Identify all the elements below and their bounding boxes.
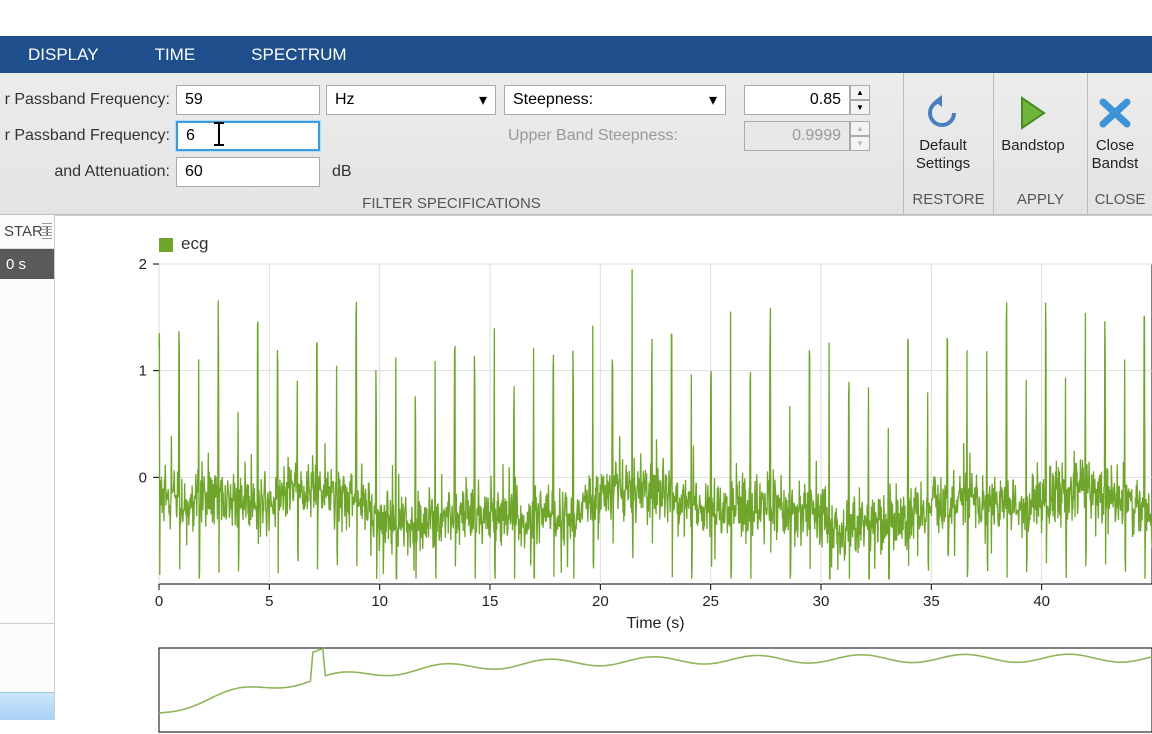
chart-legend: ecg: [159, 234, 208, 254]
svg-text:35: 35: [923, 593, 940, 610]
chevron-down-icon: ▾: [479, 90, 487, 110]
svg-text:5: 5: [265, 593, 273, 610]
upper-steepness-label: Upper Band Steepness:: [504, 127, 678, 145]
legend-swatch-icon: [159, 238, 173, 252]
restore-section-label: RESTORE: [904, 187, 993, 214]
svg-text:15: 15: [482, 593, 499, 610]
sidebar-empty: [0, 279, 54, 624]
close-icon: [1097, 93, 1133, 133]
text-caret-icon: [218, 122, 220, 146]
svg-text:40: 40: [1033, 593, 1050, 610]
sidebar-start-row[interactable]: START: [0, 215, 54, 249]
steepness-down-button[interactable]: ▼: [850, 100, 870, 115]
tab-spectrum[interactable]: SPECTRUM: [223, 36, 374, 73]
restore-label1: Default: [919, 137, 967, 154]
legend-text: ecg: [181, 234, 208, 253]
tab-time[interactable]: TIME: [127, 36, 224, 73]
svg-text:0: 0: [139, 469, 147, 486]
upper-steepness-down-button: ▼: [850, 136, 870, 151]
tab-display[interactable]: DISPLAY: [0, 36, 127, 73]
sidebar-bottom-bar[interactable]: [0, 692, 54, 720]
upper-passband-input[interactable]: [176, 121, 320, 151]
svg-text:0: 0: [155, 593, 163, 610]
svg-text:20: 20: [592, 593, 609, 610]
steepness-value-input[interactable]: [744, 85, 850, 115]
chevron-down-icon: ▾: [709, 90, 717, 110]
steepness-up-button[interactable]: ▲: [850, 85, 870, 100]
restore-label2: Settings: [916, 155, 970, 172]
close-label1: Close: [1096, 137, 1134, 154]
apply-section-label: APPLY: [994, 187, 1087, 214]
attenuation-input[interactable]: [176, 157, 320, 187]
sidebar-time-row[interactable]: 0 s: [0, 249, 54, 279]
steepness-spinner[interactable]: ▲ ▼: [744, 85, 870, 115]
lower-passband-input[interactable]: [176, 85, 320, 115]
upper-steepness-up-button: ▲: [850, 121, 870, 136]
close-label2: Bandst: [1092, 155, 1139, 172]
default-settings-button[interactable]: DefaultSettings: [904, 73, 992, 187]
spectrum-plot: [79, 644, 1152, 734]
filter-section-label: FILTER SPECIFICATIONS: [0, 191, 903, 218]
lower-passband-label: r Passband Frequency:: [0, 91, 176, 109]
svg-text:25: 25: [702, 593, 719, 610]
svg-text:Time (s): Time (s): [626, 615, 684, 632]
svg-text:30: 30: [813, 593, 830, 610]
play-icon: [1018, 93, 1048, 133]
db-unit-label: dB: [332, 163, 352, 181]
svg-text:10: 10: [371, 593, 388, 610]
svg-text:1: 1: [139, 363, 147, 380]
bandstop-button[interactable]: Bandstop: [994, 73, 1082, 187]
steepness-select[interactable]: Steepness: ▾: [504, 85, 726, 115]
attenuation-label: and Attenuation:: [0, 163, 176, 181]
frequency-unit-value: Hz: [335, 91, 355, 109]
svg-text:2: 2: [139, 256, 147, 273]
close-bandstop-button[interactable]: CloseBandst: [1088, 73, 1152, 187]
ecg-plot: 0 5 10 15 20 25 30 35 40 0 1 2 Time (s): [79, 234, 1152, 634]
apply-label: Bandstop: [1001, 137, 1064, 155]
frequency-unit-select[interactable]: Hz ▾: [326, 85, 496, 115]
upper-passband-label: r Passband Frequency:: [0, 127, 176, 145]
grip-icon[interactable]: [42, 223, 52, 239]
steepness-select-label: Steepness:: [513, 91, 593, 109]
upper-steepness-spinner: ▲ ▼: [744, 121, 870, 151]
undo-icon: [924, 93, 962, 133]
close-section-label: CLOSE: [1088, 187, 1152, 214]
upper-steepness-value-input: [744, 121, 850, 151]
